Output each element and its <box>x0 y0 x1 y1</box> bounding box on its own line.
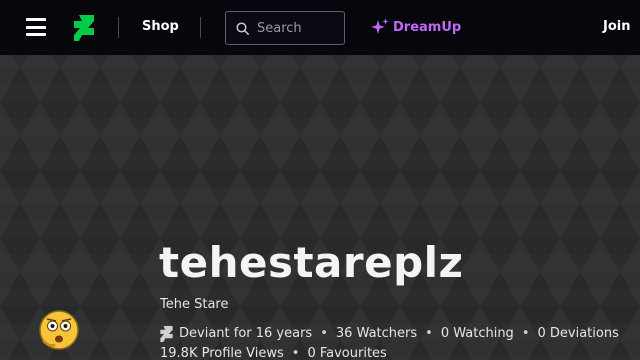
sparkle-icon <box>371 18 389 34</box>
stat-separator: • <box>320 326 328 341</box>
profile-stats: Deviant for 16 years • 36 Watchers • 0 W… <box>160 324 619 360</box>
stat-separator: • <box>521 326 530 341</box>
shocked-emoji-avatar[interactable] <box>38 309 80 351</box>
stats-row: Deviant for 16 years • 36 Watchers • 0 W… <box>160 324 619 344</box>
nav-divider <box>118 17 119 38</box>
search-input[interactable] <box>257 20 337 36</box>
deviantart-mark-icon <box>160 326 173 342</box>
stat-profile-views: 19.8K Profile Views <box>160 346 284 360</box>
top-navigation-bar: Shop DreamUp Join <box>0 0 640 55</box>
stat-separator: • <box>425 326 433 341</box>
stat-favourites[interactable]: 0 Favourites <box>307 344 386 360</box>
dreamup-label: DreamUp <box>393 19 462 35</box>
stat-watching[interactable]: 0 Watching <box>441 324 514 344</box>
join-button[interactable]: Join <box>603 19 630 34</box>
stat-deviations[interactable]: 0 Deviations <box>537 324 618 344</box>
profile-username: tehestareplz <box>159 238 464 287</box>
profile-tagline: Tehe Stare <box>160 297 229 312</box>
stats-row: 19.8K Profile Views • 0 Favourites <box>160 344 619 360</box>
hamburger-icon[interactable] <box>26 18 46 36</box>
search-icon <box>236 21 249 35</box>
nav-divider <box>200 17 201 38</box>
stat-separator: • <box>291 346 300 360</box>
stat-deviant-since: Deviant for 16 years <box>179 326 313 341</box>
deviantart-logo-icon[interactable] <box>74 15 94 41</box>
search-box[interactable] <box>225 11 345 45</box>
shop-link[interactable]: Shop <box>142 19 179 34</box>
dreamup-button[interactable]: DreamUp <box>371 18 461 36</box>
stat-watchers[interactable]: 36 Watchers <box>336 324 417 344</box>
